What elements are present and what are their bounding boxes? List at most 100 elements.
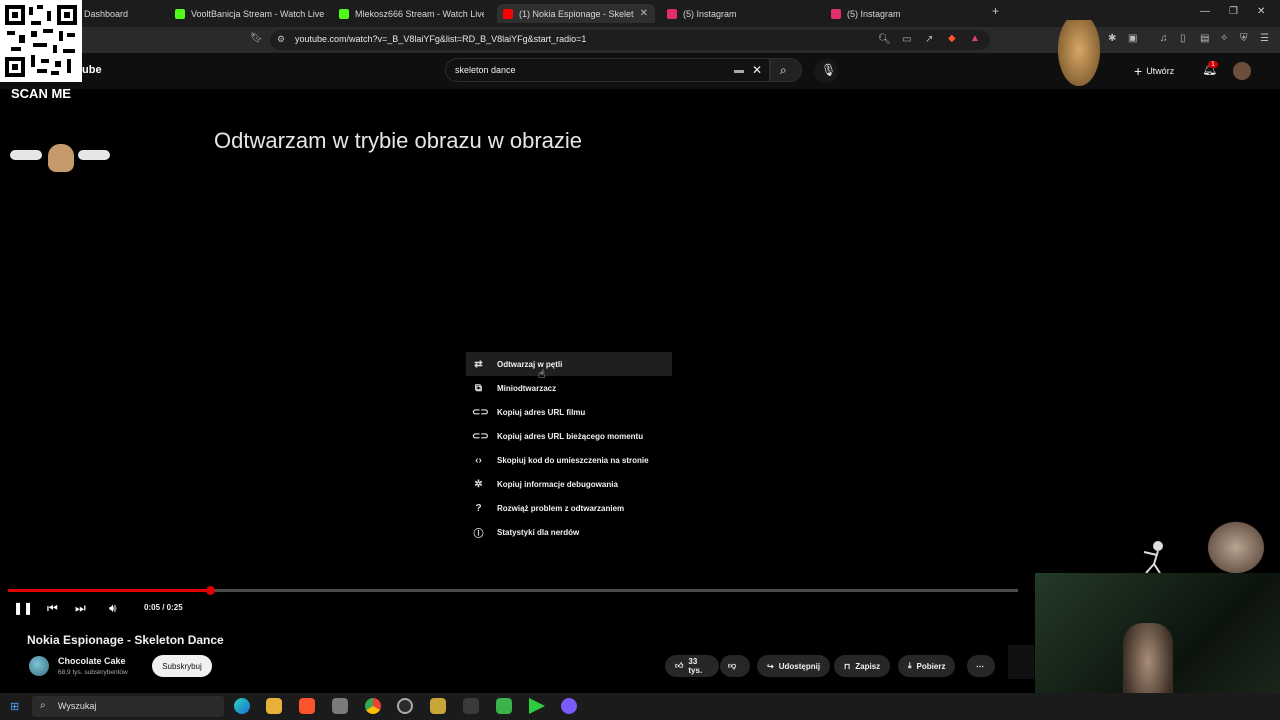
play-app-icon[interactable] bbox=[529, 698, 545, 714]
tab-label: (5) Instagram bbox=[683, 8, 737, 19]
menu-item-stats[interactable]: ⓘ Statystyki dla nerdów bbox=[466, 520, 672, 544]
app-icon[interactable] bbox=[332, 698, 348, 714]
close-window-icon[interactable]: ✕ bbox=[1257, 6, 1265, 17]
tab-instagram-2[interactable]: (5) Instagram bbox=[831, 4, 971, 23]
instagram-icon bbox=[831, 8, 841, 19]
brave-rewards-icon[interactable]: ▲ bbox=[970, 33, 980, 44]
zoom-icon[interactable]: 🔍︎ bbox=[878, 34, 891, 45]
search-button[interactable]: ⌕ bbox=[770, 58, 802, 82]
extensions-icon[interactable]: ✱ bbox=[1108, 33, 1116, 44]
game-app-icon[interactable] bbox=[496, 698, 512, 714]
progress-bar[interactable] bbox=[8, 589, 1018, 592]
file-explorer-icon[interactable] bbox=[266, 698, 282, 714]
voice-search-button[interactable]: 🎙︎ bbox=[814, 59, 838, 83]
laughing-man-sticker bbox=[1206, 520, 1266, 575]
keyboard-icon[interactable]: ▬ bbox=[734, 65, 744, 76]
previous-icon[interactable]: ⏮︎ bbox=[47, 601, 58, 616]
new-tab-icon[interactable]: + bbox=[992, 4, 999, 18]
progress-scrubber[interactable] bbox=[206, 586, 215, 595]
vpn-icon[interactable]: ⛨ bbox=[1240, 33, 1248, 44]
more-actions-button[interactable]: ⋯ bbox=[967, 655, 995, 677]
tab-label: (1) Nokia Espionage - Skelet bbox=[519, 8, 634, 19]
brave-icon[interactable] bbox=[299, 698, 315, 714]
clear-search-icon[interactable]: ✕ bbox=[752, 63, 762, 77]
tab-vooltbanicja[interactable]: VooltBanicja Stream - Watch Live on bbox=[175, 4, 325, 23]
tab-youtube-active[interactable]: (1) Nokia Espionage - Skelet ✕ bbox=[497, 4, 655, 23]
sidebar-icon[interactable]: ▯ bbox=[1180, 33, 1186, 44]
menu-item-copy-url-time[interactable]: ⊂⊃ Kopiuj adres URL bieżącego momentu bbox=[466, 424, 672, 448]
wallet-2-icon[interactable]: ▤ bbox=[1200, 33, 1209, 44]
sleeping-cat-sticker bbox=[10, 142, 110, 174]
thumbs-down-icon: 👎︎ bbox=[728, 661, 737, 670]
pause-icon[interactable]: ❚❚ bbox=[13, 601, 33, 615]
subscriber-count: 68,9 tys. subskrybentów bbox=[58, 669, 128, 676]
menu-icon[interactable]: ☰ bbox=[1260, 33, 1269, 44]
cast-icon[interactable]: ▭ bbox=[902, 34, 911, 45]
qr-code-graphic bbox=[5, 5, 77, 77]
menu-item-troubleshoot[interactable]: ? Rozwiąż problem z odtwarzaniem bbox=[466, 496, 672, 520]
hamster-sticker bbox=[1058, 20, 1100, 86]
like-button[interactable]: 👍︎ 33 tys. bbox=[665, 655, 719, 677]
skeleton-sticker bbox=[1130, 540, 1172, 574]
leo-icon[interactable]: ✧ bbox=[1220, 33, 1228, 44]
side-panel-edge bbox=[1008, 645, 1034, 679]
help-icon: ? bbox=[475, 502, 482, 514]
share-button[interactable]: ↪ Udostępnij bbox=[757, 655, 831, 677]
create-button[interactable]: + Utwórz bbox=[1134, 61, 1174, 81]
minimize-icon[interactable]: — bbox=[1200, 6, 1210, 17]
youtube-logo[interactable]: ube bbox=[82, 64, 102, 76]
settings-icon[interactable] bbox=[463, 698, 479, 714]
time-display: 0:05 / 0:25 bbox=[144, 603, 183, 612]
taskbar-search-label: Wyszukaj bbox=[58, 701, 97, 711]
url-text: youtube.com/watch?v=_B_V8laiYFg&list=RD_… bbox=[295, 34, 587, 44]
code-icon: ‹› bbox=[475, 454, 482, 466]
channel-avatar[interactable] bbox=[29, 656, 49, 676]
tab-instagram-1[interactable]: (5) Instagram bbox=[667, 4, 807, 23]
menu-item-label: Rozwiąż problem z odtwarzaniem bbox=[497, 503, 625, 513]
tab-mlekosz666[interactable]: Mlekosz666 Stream - Watch Live on bbox=[339, 4, 484, 23]
player-context-menu: ⇄ Odtwarzaj w pętli ⧉ Miniodtwarzacz ⊂⊃ … bbox=[466, 352, 672, 544]
restore-icon[interactable]: ❐ bbox=[1229, 6, 1238, 17]
save-button[interactable]: ⊓ Zapisz bbox=[834, 655, 891, 677]
menu-item-embed[interactable]: ‹› Skopiuj kod do umieszczenia na stroni… bbox=[466, 448, 672, 472]
edge-icon[interactable] bbox=[234, 698, 250, 714]
obs-icon[interactable] bbox=[397, 698, 413, 714]
menu-item-copy-url[interactable]: ⊂⊃ Kopiuj adres URL filmu bbox=[466, 400, 672, 424]
more-icon: ⋯ bbox=[976, 661, 984, 671]
site-info-icon[interactable]: ⚙︎ bbox=[277, 34, 285, 45]
menu-item-label: Kopiuj adres URL filmu bbox=[497, 407, 586, 417]
channel-name[interactable]: Chocolate Cake bbox=[58, 656, 126, 666]
league-icon[interactable] bbox=[430, 698, 446, 714]
tab-label: (5) Instagram bbox=[847, 8, 901, 19]
microphone-icon: 🎙︎ bbox=[821, 63, 837, 77]
messenger-icon[interactable] bbox=[561, 698, 577, 714]
share-label: Udostępnij bbox=[778, 661, 821, 671]
chrome-icon[interactable] bbox=[365, 698, 381, 714]
account-avatar[interactable] bbox=[1233, 62, 1251, 80]
wallet-icon[interactable]: ▣ bbox=[1128, 33, 1137, 44]
menu-item-label: Kopiuj adres URL bieżącego momentu bbox=[497, 431, 644, 441]
menu-item-miniplayer[interactable]: ⧉ Miniodtwarzacz bbox=[466, 376, 672, 400]
menu-item-debug[interactable]: ✲ Kopiuj informacje debugowania bbox=[466, 472, 672, 496]
download-button[interactable]: ⤓ Pobierz bbox=[898, 655, 956, 677]
next-icon[interactable]: ⏭︎ bbox=[75, 601, 86, 616]
dislike-button[interactable]: 👎︎ bbox=[720, 655, 750, 677]
instagram-icon bbox=[667, 8, 677, 19]
subscribe-button[interactable]: Subskrybuj bbox=[152, 655, 212, 677]
bug-icon: ✲ bbox=[474, 478, 483, 490]
miniplayer-icon: ⧉ bbox=[474, 382, 483, 394]
menu-item-loop[interactable]: ⇄ Odtwarzaj w pętli bbox=[466, 352, 672, 376]
scan-me-label: SCAN ME bbox=[11, 86, 71, 101]
search-input[interactable]: skeleton dance ▬ ✕ bbox=[445, 58, 770, 82]
close-tab-icon[interactable]: ✕ bbox=[640, 8, 648, 19]
tab-dashboard[interactable]: Dashboard bbox=[84, 4, 159, 23]
share-icon[interactable]: ↗ bbox=[925, 34, 933, 45]
volume-icon[interactable]: 🔊︎ bbox=[109, 601, 117, 616]
info-icon: ⓘ bbox=[473, 528, 484, 540]
bookmark-icon[interactable]: 🔖︎ bbox=[250, 33, 263, 44]
taskbar-search[interactable]: ⌕ Wyszukaj bbox=[32, 696, 224, 717]
media-icon[interactable]: ♫ bbox=[1160, 33, 1168, 44]
windows-start-icon[interactable]: ⊞ bbox=[10, 700, 19, 713]
brave-shield-icon[interactable]: ◆ bbox=[948, 33, 956, 44]
url-field[interactable]: ⚙︎ youtube.com/watch?v=_B_V8laiYFg&list=… bbox=[270, 30, 990, 50]
